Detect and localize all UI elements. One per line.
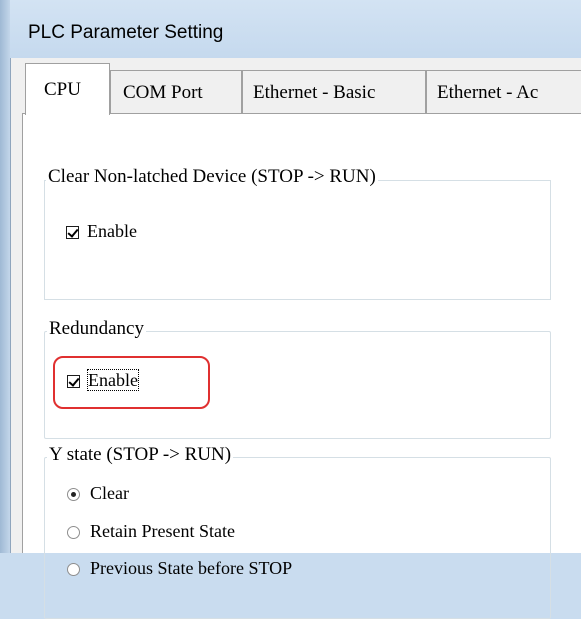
radio-label: Previous State before STOP [90, 558, 293, 578]
tab-cpu[interactable]: CPU [25, 63, 110, 115]
group-clear-nonlatched-device: Clear Non-latched Device (STOP -> RUN) E… [44, 166, 566, 300]
radio-selected-icon [67, 488, 80, 502]
window-title: PLC Parameter Setting [28, 22, 224, 43]
redundancy-enable-highlight [53, 356, 210, 409]
clear-nonlatched-enable-checkbox[interactable]: Enable [66, 221, 137, 242]
radio-unselected-icon [67, 563, 80, 577]
y-state-radio-retain-present-state[interactable]: Retain Present State [67, 521, 235, 542]
window-left-border [0, 0, 10, 553]
checkbox-checked-icon [66, 226, 79, 240]
y-state-radio-previous-state-before-stop[interactable]: Previous State before STOP [67, 558, 292, 579]
tab-panel-cpu: Clear Non-latched Device (STOP -> RUN) E… [22, 113, 581, 619]
radio-unselected-icon [67, 526, 80, 540]
tab-label: Ethernet - Ac [437, 82, 539, 103]
tab-com-port[interactable]: COM Port [110, 70, 242, 114]
tab-ethernet-basic[interactable]: Ethernet - Basic [242, 70, 426, 114]
group-y-state: Y state (STOP -> RUN) Clear Retain Prese… [44, 444, 551, 619]
radio-label: Retain Present State [90, 521, 235, 541]
group-title: Clear Non-latched Device (STOP -> RUN) [46, 166, 378, 188]
group-title: Redundancy [47, 318, 146, 340]
checkbox-label: Enable [87, 221, 137, 241]
tab-ethernet-advanced[interactable]: Ethernet - Ac [426, 70, 581, 114]
title-bar[interactable]: PLC Parameter Setting [10, 0, 581, 58]
tab-label: Ethernet - Basic [253, 82, 376, 103]
tab-label: CPU [44, 79, 81, 100]
tab-label: COM Port [123, 82, 203, 103]
y-state-radio-clear[interactable]: Clear [67, 483, 129, 504]
dialog-client-area: CPU COM Port Ethernet - Basic Ethernet -… [10, 58, 581, 619]
group-title: Y state (STOP -> RUN) [47, 444, 234, 466]
radio-label: Clear [90, 483, 129, 503]
